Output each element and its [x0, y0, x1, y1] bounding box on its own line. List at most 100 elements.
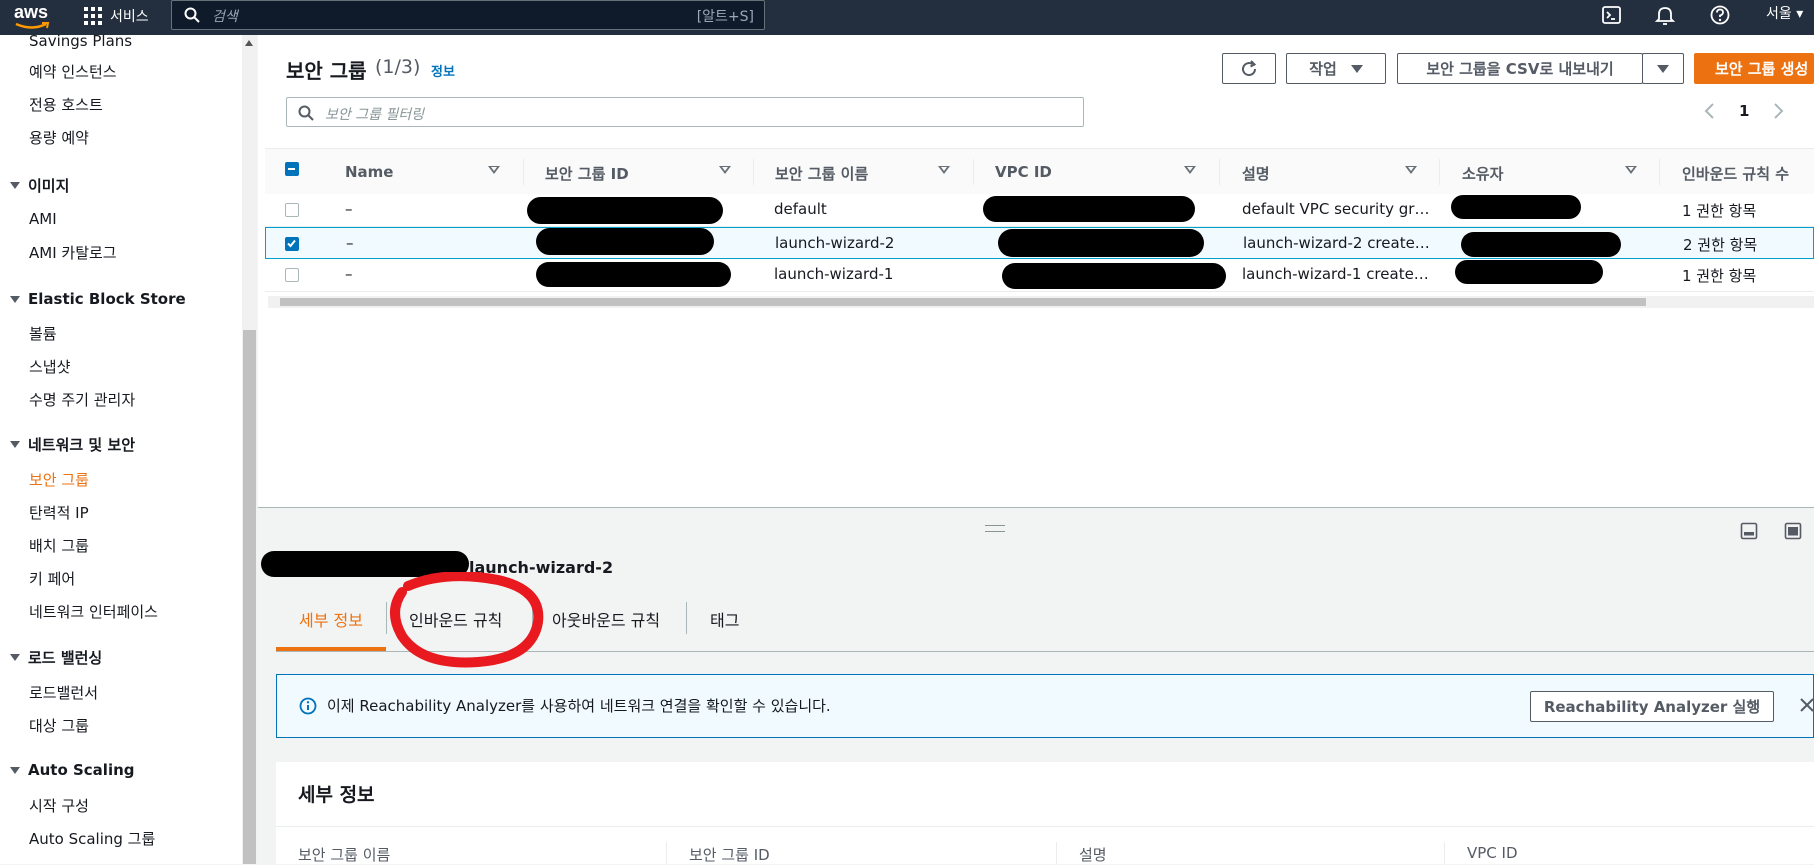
- sidebar-item-ami[interactable]: AMI: [29, 210, 57, 228]
- redaction-mark: [527, 197, 723, 224]
- row-checkbox[interactable]: [285, 203, 299, 217]
- sidebar-item-load-balancers[interactable]: 로드밸런서: [29, 682, 98, 703]
- security-group-filter-input[interactable]: 보안 그룹 필터링: [286, 97, 1084, 127]
- redaction-mark: [1461, 232, 1621, 257]
- sidebar-item-snapshots[interactable]: 스냅샷: [29, 356, 70, 377]
- detail-divider: [666, 842, 667, 864]
- cell-inbound-rules: 2 권한 항목: [1683, 236, 1758, 254]
- global-search-input[interactable]: 검색 [알트+S]: [171, 0, 765, 30]
- search-icon: [298, 105, 314, 121]
- row-checkbox[interactable]: [285, 237, 299, 251]
- column-header-owner[interactable]: 소유자: [1462, 163, 1503, 184]
- help-icon[interactable]: [1709, 4, 1731, 26]
- table-row[interactable]: – launch-wizard-1 launch-wizard-1 create…: [265, 259, 1814, 292]
- row-checkbox[interactable]: [285, 268, 299, 282]
- sidebar-item-security-groups[interactable]: 보안 그룹: [29, 469, 89, 490]
- sidebar-item-capacity-reservations[interactable]: 용량 예약: [29, 127, 89, 148]
- create-security-group-button[interactable]: 보안 그룹 생성: [1694, 53, 1814, 84]
- scroll-up-icon[interactable]: [245, 40, 253, 46]
- sidebar-section-load-balancing[interactable]: 로드 밸런싱: [10, 647, 102, 668]
- cell-group-name: launch-wizard-2: [775, 234, 895, 252]
- sidebar-section-ebs[interactable]: Elastic Block Store: [10, 290, 186, 308]
- actions-dropdown[interactable]: 작업: [1286, 53, 1386, 84]
- info-link[interactable]: 정보: [431, 61, 455, 80]
- bell-icon[interactable]: [1654, 4, 1676, 26]
- table-row-selected[interactable]: – launch-wizard-2 launch-wizard-2 create…: [265, 227, 1814, 259]
- caret-down-icon: [10, 654, 20, 661]
- export-csv-button[interactable]: 보안 그룹을 CSV로 내보내기: [1397, 53, 1643, 84]
- resize-handle-icon[interactable]: [985, 525, 1005, 532]
- refresh-button[interactable]: [1222, 53, 1276, 84]
- sidebar-scrollbar-thumb[interactable]: [243, 330, 256, 864]
- panel-bottom-icon[interactable]: [1740, 522, 1758, 540]
- sidebar-item-reserved-instances[interactable]: 예약 인스턴스: [29, 61, 117, 82]
- chevron-left-icon[interactable]: [1703, 102, 1715, 120]
- annotation-circle: [390, 572, 544, 668]
- region-selector[interactable]: 서울 ▾: [1766, 3, 1803, 23]
- export-options-dropdown[interactable]: [1642, 53, 1684, 84]
- sidebar-item-lifecycle-manager[interactable]: 수명 주기 관리자: [29, 389, 135, 410]
- column-header-group-name[interactable]: 보안 그룹 이름: [775, 163, 868, 184]
- panel-side-icon[interactable]: [1784, 522, 1802, 540]
- grid-icon: [84, 7, 102, 25]
- sidebar-section-images[interactable]: 이미지: [10, 175, 69, 196]
- sidebar-item-network-interfaces[interactable]: 네트워크 인터페이스: [29, 601, 158, 622]
- tab-tags[interactable]: 태그: [710, 607, 739, 631]
- sidebar-item-key-pairs[interactable]: 키 페어: [29, 568, 75, 589]
- redaction-mark: [536, 262, 731, 287]
- column-divider: [973, 159, 974, 185]
- sidebar-item-elastic-ip[interactable]: 탄력적 IP: [29, 502, 89, 523]
- column-divider: [1219, 159, 1220, 185]
- close-icon[interactable]: [1799, 697, 1814, 713]
- caret-down-icon: [10, 766, 20, 774]
- cell-name: –: [345, 200, 353, 218]
- info-icon: [299, 697, 317, 715]
- sidebar-item-savings-plans[interactable]: Savings Plans: [29, 32, 132, 50]
- sort-icon[interactable]: [1405, 166, 1417, 174]
- select-all-checkbox[interactable]: [285, 162, 299, 176]
- sidebar-item-dedicated-hosts[interactable]: 전용 호스트: [29, 94, 103, 115]
- caret-down-icon: [1350, 64, 1363, 73]
- sidebar-item-ami-catalog[interactable]: AMI 카탈로그: [29, 242, 117, 263]
- tab-details[interactable]: 세부 정보: [299, 607, 363, 631]
- sort-icon[interactable]: [488, 166, 500, 174]
- detail-divider: [1056, 842, 1057, 864]
- detail-label-description: 설명: [1079, 846, 1107, 864]
- cell-group-name: default: [774, 200, 827, 218]
- cloudshell-icon[interactable]: [1601, 4, 1623, 26]
- redaction-mark: [1451, 195, 1581, 219]
- sidebar-item-placement-groups[interactable]: 배치 그룹: [29, 535, 89, 556]
- sidebar-section-auto-scaling[interactable]: Auto Scaling: [10, 761, 135, 779]
- column-header-description[interactable]: 설명: [1242, 163, 1270, 184]
- table-row[interactable]: – default default VPC security gr… 1 권한 …: [265, 194, 1814, 227]
- aws-smile-icon: [15, 22, 50, 29]
- run-reachability-analyzer-button[interactable]: Reachability Analyzer 실행: [1530, 691, 1774, 722]
- page-number[interactable]: 1: [1739, 102, 1749, 120]
- sidebar-item-auto-scaling-groups[interactable]: Auto Scaling 그룹: [29, 828, 155, 849]
- cell-description: launch-wizard-1 create…: [1242, 265, 1429, 283]
- column-header-group-id[interactable]: 보안 그룹 ID: [545, 163, 629, 184]
- table-header: Name 보안 그룹 ID 보안 그룹 이름 VPC ID 설명 소유자 인바운…: [265, 148, 1814, 196]
- sort-icon[interactable]: [719, 166, 731, 174]
- sidebar-item-launch-configurations[interactable]: 시작 구성: [29, 795, 89, 816]
- sort-icon[interactable]: [1625, 166, 1637, 174]
- column-header-inbound-rules[interactable]: 인바운드 규칙 수: [1682, 163, 1789, 184]
- active-tab-indicator: [276, 647, 386, 651]
- sidebar-section-network-security[interactable]: 네트워크 및 보안: [10, 434, 135, 455]
- cell-name: –: [345, 265, 353, 283]
- alert-message: 이제 Reachability Analyzer를 사용하여 네트워크 연결을 …: [327, 697, 831, 715]
- redaction-mark: [998, 229, 1204, 257]
- aws-logo[interactable]: aws: [14, 2, 54, 32]
- sort-icon[interactable]: [1184, 166, 1196, 174]
- chevron-right-icon[interactable]: [1773, 102, 1785, 120]
- sidebar-item-target-groups[interactable]: 대상 그룹: [29, 715, 89, 736]
- detail-label-group-id: 보안 그룹 ID: [689, 846, 770, 864]
- caret-down-icon: [10, 182, 20, 189]
- sort-icon[interactable]: [938, 166, 950, 174]
- services-button[interactable]: 서비스: [84, 2, 149, 30]
- sidebar-item-volumes[interactable]: 볼륨: [29, 323, 57, 344]
- column-header-name[interactable]: Name: [345, 163, 393, 181]
- column-header-vpc-id[interactable]: VPC ID: [995, 163, 1052, 181]
- tab-outbound-rules[interactable]: 아웃바운드 규칙: [552, 607, 660, 631]
- table-scrollbar-thumb[interactable]: [280, 298, 1646, 306]
